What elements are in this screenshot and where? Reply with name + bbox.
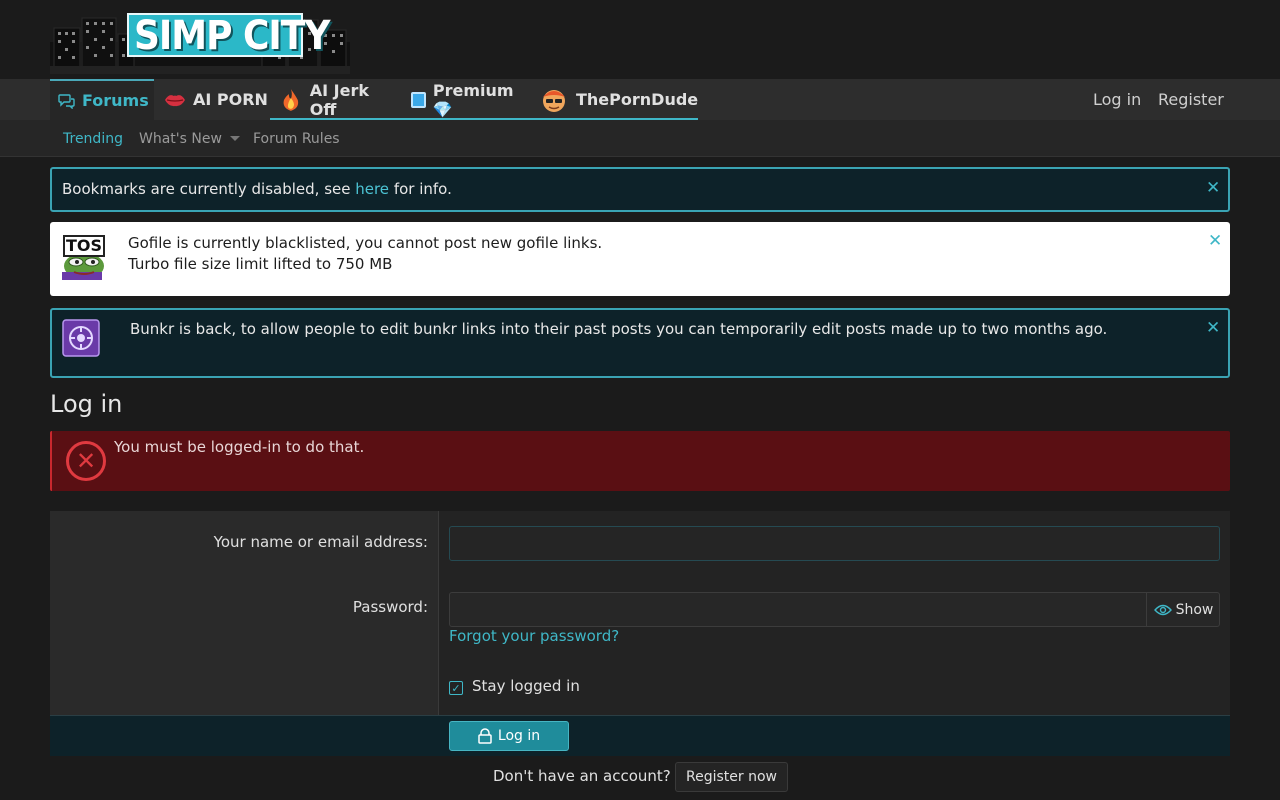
notice-gofile-line2: Turbo file size limit lifted to 750 MB [128,255,393,273]
tab-ai-porn[interactable]: AI PORN [163,79,271,120]
tab-forums-label: Forums [82,91,149,110]
login-form: Your name or email address: Password: Sh… [50,511,1230,756]
vault-icon [62,319,100,357]
error-text: You must be logged-in to do that. [114,438,365,456]
error-message: ✕ You must be logged-in to do that. [50,431,1230,491]
forgot-password-link[interactable]: Forgot your password? [449,627,619,645]
lock-icon [478,728,492,744]
password-input-group [449,592,1220,627]
close-icon[interactable]: ✕ [1206,320,1220,337]
close-icon[interactable]: ✕ [1208,233,1222,250]
name-input[interactable] [449,526,1220,561]
tab-theporndude-label: ThePornDude [576,90,699,109]
tab-forums[interactable]: Forums [50,79,154,120]
stay-logged-in-checkbox[interactable]: ✓ [449,681,463,695]
caret-down-icon [229,136,240,141]
tab-premium[interactable]: Premium 💎 [411,79,529,120]
tab-ai-jerk-off[interactable]: AI Jerk Off [280,79,400,120]
premium-icon [411,91,426,108]
close-icon[interactable]: ✕ [1206,180,1220,197]
name-label: Your name or email address: [213,533,428,551]
password-label: Password: [352,598,428,616]
register-link[interactable]: Register [1158,79,1224,120]
notice-gofile-text: Gofile is currently blacklisted, you can… [128,233,602,275]
logo-text: SIMP CITY [134,13,330,59]
page-title: Log in [50,390,123,418]
no-account-text: Don't have an account? [493,767,671,785]
tab-premium-label: Premium 💎 [432,80,514,119]
notice-bookmarks: Bookmarks are currently disabled, see he… [50,167,1230,212]
tab-theporndude[interactable]: ThePornDude [541,79,701,120]
tab-ai-porn-label: AI PORN [193,90,268,109]
stay-logged-in-label[interactable]: Stay logged in [472,677,580,695]
notice-gofile-line1: Gofile is currently blacklisted, you can… [128,234,603,252]
form-footer: Log in [50,715,1230,756]
login-link[interactable]: Log in [1093,79,1141,120]
subnav-whats-new-label: What's New [139,130,222,147]
subnav-whats-new[interactable]: What's New [139,120,240,157]
tos-pepe-icon: TOS [60,232,106,280]
error-circle-icon: ✕ [66,441,106,481]
fire-icon [283,88,299,111]
site-header: SIMP CITY [0,0,1280,79]
notice-here-link[interactable]: here [355,180,389,198]
form-labels-column: Your name or email address: Password: [50,511,439,715]
notice-gofile: TOS Gofile is currently blacklisted, you… [50,222,1230,296]
tos-badge-text: TOS [65,236,103,255]
tab-ai-jerk-off-label: AI Jerk Off [309,80,369,119]
notice-bookmarks-text: Bookmarks are currently disabled, see he… [62,180,452,198]
login-submit-label: Log in [497,728,541,744]
subnav-trending[interactable]: Trending [63,120,123,157]
notice-text-after: for info. [389,180,452,198]
show-password-label: Show [1175,601,1214,618]
main-nav: Forums AI PORN AI Jerk Off Premium 💎 The… [0,79,1280,120]
notice-bunkr-text: Bunkr is back, to allow people to edit b… [130,320,1108,338]
notice-text-before: Bookmarks are currently disabled, see [62,180,356,198]
login-submit-button[interactable]: Log in [449,721,569,751]
eye-icon [1153,604,1172,615]
sub-nav: Trending What's New Forum Rules [0,120,1280,157]
chat-bubbles-icon [58,93,75,109]
porndude-mascot-icon [543,89,565,112]
password-input[interactable] [450,593,1146,626]
show-password-button[interactable]: Show [1146,592,1220,627]
notice-bunkr: Bunkr is back, to allow people to edit b… [50,308,1230,378]
lips-icon [165,94,185,106]
register-now-button[interactable]: Register now [675,762,788,792]
subnav-forum-rules[interactable]: Forum Rules [253,120,340,157]
site-logo[interactable]: SIMP CITY [50,12,350,74]
